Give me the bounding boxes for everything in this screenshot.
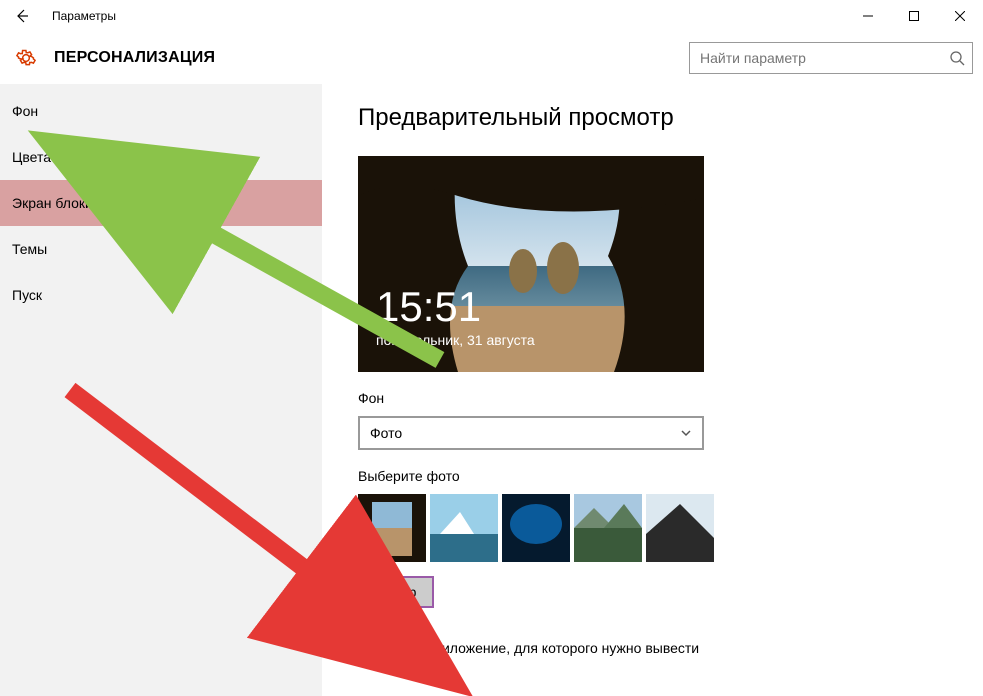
close-icon — [955, 11, 965, 21]
background-label: Фон — [358, 390, 983, 406]
sidebar-item-themes[interactable]: Темы — [0, 226, 322, 272]
chevron-down-icon — [680, 427, 692, 439]
sidebar-item-colors[interactable]: Цвета — [0, 134, 322, 180]
category-title: ПЕРСОНАЛИЗАЦИЯ — [54, 49, 215, 67]
main-content: Предварительный просмотр 15:51 понедельн… — [322, 84, 983, 696]
search-icon — [949, 50, 965, 66]
browse-label: Обзор — [376, 584, 416, 600]
choose-app-text: Выберите приложение, для которого нужно … — [358, 640, 983, 656]
preview-date: понедельник, 31 августа — [376, 332, 535, 348]
sidebar-item-label: Пуск — [12, 287, 42, 303]
sidebar-item-label: Фон — [12, 103, 38, 119]
preview-time: 15:51 — [376, 286, 535, 328]
choose-photo-label: Выберите фото — [358, 468, 983, 484]
sidebar-item-background[interactable]: Фон — [0, 88, 322, 134]
thumbnail-4[interactable] — [574, 494, 642, 562]
lockscreen-preview: 15:51 понедельник, 31 августа — [358, 156, 704, 372]
sidebar-item-label: Темы — [12, 241, 47, 257]
thumbnail-2[interactable] — [430, 494, 498, 562]
maximize-icon — [909, 11, 919, 21]
window-title: Параметры — [44, 9, 116, 23]
titlebar: Параметры — [0, 0, 983, 32]
close-button[interactable] — [937, 0, 983, 32]
settings-gear-icon — [16, 48, 36, 68]
minimize-button[interactable] — [845, 0, 891, 32]
sidebar-item-start[interactable]: Пуск — [0, 272, 322, 318]
sidebar-item-label: Экран блокировки — [12, 195, 130, 211]
search-input[interactable] — [689, 42, 973, 74]
arrow-left-icon — [14, 8, 30, 24]
maximize-button[interactable] — [891, 0, 937, 32]
preview-heading: Предварительный просмотр — [358, 104, 983, 132]
thumbnail-5[interactable] — [646, 494, 714, 562]
back-button[interactable] — [0, 0, 44, 32]
body: Фон Цвета Экран блокировки Темы Пуск Пре… — [0, 84, 983, 696]
preview-overlay: 15:51 понедельник, 31 августа — [376, 286, 535, 348]
thumbnail-1[interactable] — [358, 494, 426, 562]
photo-thumbnails — [358, 494, 983, 562]
dropdown-value: Фото — [370, 425, 402, 441]
sidebar-item-lockscreen[interactable]: Экран блокировки — [0, 180, 322, 226]
header: ПЕРСОНАЛИЗАЦИЯ — [0, 32, 983, 84]
search-wrap — [689, 42, 973, 74]
background-dropdown[interactable]: Фото — [358, 416, 704, 450]
thumbnail-3[interactable] — [502, 494, 570, 562]
browse-button[interactable]: Обзор — [358, 576, 434, 608]
minimize-icon — [863, 11, 873, 21]
sidebar-item-label: Цвета — [12, 149, 51, 165]
sidebar: Фон Цвета Экран блокировки Темы Пуск — [0, 84, 322, 696]
